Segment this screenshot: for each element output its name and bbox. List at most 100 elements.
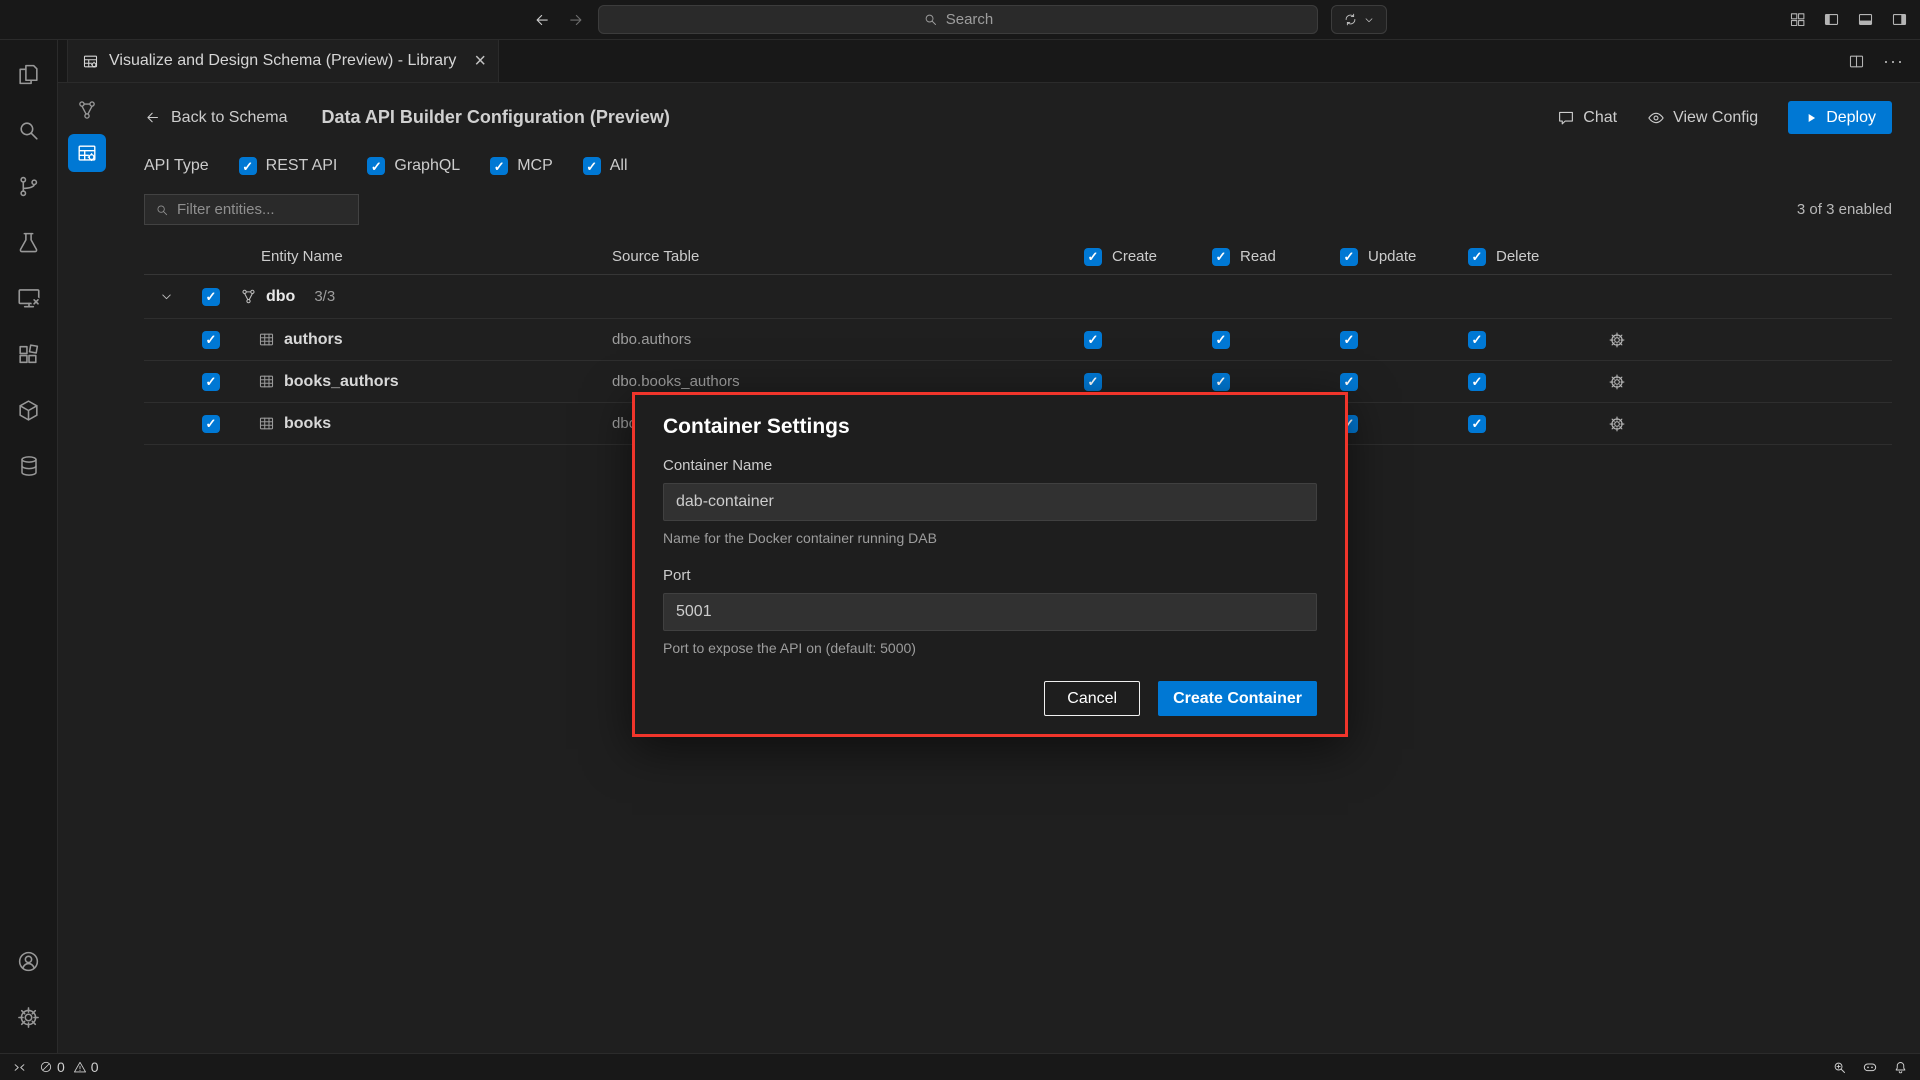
toggle-secondary-sidebar-icon[interactable]: [1891, 11, 1908, 28]
row-settings-gear-icon[interactable]: [1578, 373, 1892, 391]
port-input[interactable]: [663, 593, 1317, 631]
session-dropdown-button[interactable]: [1331, 5, 1387, 34]
back-arrow-icon[interactable]: [533, 11, 551, 29]
settings-gear-icon[interactable]: [0, 989, 57, 1045]
toggle-sidebar-icon[interactable]: [1823, 11, 1840, 28]
chat-icon: [1557, 109, 1575, 127]
container-cube-icon[interactable]: [0, 382, 57, 438]
delete-checkbox[interactable]: ✓: [1468, 415, 1486, 433]
deploy-button[interactable]: Deploy: [1788, 101, 1892, 134]
column-create: ✓ Create: [1066, 248, 1194, 266]
test-beaker-icon[interactable]: [0, 214, 57, 270]
table-designer-icon[interactable]: [68, 134, 106, 172]
check-icon: ✓: [242, 160, 253, 173]
delete-checkbox[interactable]: ✓: [1468, 373, 1486, 391]
read-checkbox[interactable]: ✓: [1212, 373, 1230, 391]
create-checkbox[interactable]: ✓: [1084, 373, 1102, 391]
check-icon: ✓: [1344, 375, 1355, 388]
group-count: 3/3: [314, 288, 335, 305]
delete-all-checkbox[interactable]: ✓: [1468, 248, 1486, 266]
titlebar: Search: [0, 0, 1920, 40]
row-settings-gear-icon[interactable]: [1578, 331, 1892, 349]
create-container-button[interactable]: Create Container: [1158, 681, 1317, 716]
group-checkbox[interactable]: ✓: [202, 288, 220, 306]
search-placeholder: Search: [946, 11, 994, 28]
view-config-button[interactable]: View Config: [1647, 109, 1758, 127]
rest-api-checkbox[interactable]: ✓: [239, 157, 257, 175]
update-all-checkbox[interactable]: ✓: [1340, 248, 1358, 266]
check-icon: ✓: [206, 290, 217, 303]
split-editor-icon[interactable]: [1848, 53, 1865, 70]
check-icon: ✓: [1216, 375, 1227, 388]
zoom-icon[interactable]: [1832, 1060, 1847, 1075]
mcp-checkbox-group[interactable]: ✓ MCP: [490, 157, 553, 175]
chevron-down-icon[interactable]: [144, 289, 188, 304]
toggle-panel-icon[interactable]: [1857, 11, 1874, 28]
mcp-checkbox[interactable]: ✓: [490, 157, 508, 175]
table-icon: [258, 331, 275, 348]
chat-button[interactable]: Chat: [1557, 109, 1617, 127]
play-icon: [1804, 111, 1818, 125]
check-icon: ✓: [1472, 417, 1483, 430]
row-settings-gear-icon[interactable]: [1578, 415, 1892, 433]
row-checkbox[interactable]: ✓: [202, 331, 220, 349]
remote-indicator-icon[interactable]: [12, 1060, 27, 1075]
problems-indicator[interactable]: 0 0: [39, 1059, 99, 1075]
back-to-schema-link[interactable]: Back to Schema: [144, 109, 288, 127]
container-name-label: Container Name: [663, 457, 1317, 474]
account-icon[interactable]: [0, 933, 57, 989]
database-icon[interactable]: [0, 438, 57, 494]
check-icon: ✓: [1344, 333, 1355, 346]
schema-visualizer-icon[interactable]: [68, 91, 106, 129]
search-icon: [155, 203, 169, 217]
row-checkbox[interactable]: ✓: [202, 415, 220, 433]
create-checkbox[interactable]: ✓: [1084, 331, 1102, 349]
sql-connection-icon[interactable]: [0, 270, 57, 326]
table-header-row: Entity Name Source Table ✓ Create ✓ Read: [144, 239, 1892, 275]
row-checkbox[interactable]: ✓: [202, 373, 220, 391]
close-icon[interactable]: ×: [474, 51, 486, 71]
more-actions-icon[interactable]: ···: [1883, 52, 1904, 70]
warning-icon: [73, 1060, 87, 1074]
check-icon: ✓: [1088, 333, 1099, 346]
column-source-table: Source Table: [586, 248, 1066, 265]
check-icon: ✓: [1472, 375, 1483, 388]
search-sidebar-icon[interactable]: [0, 102, 57, 158]
tab-visualize-design-schema[interactable]: Visualize and Design Schema (Preview) - …: [67, 40, 499, 82]
extensions-icon[interactable]: [0, 326, 57, 382]
update-checkbox[interactable]: ✓: [1340, 373, 1358, 391]
delete-checkbox[interactable]: ✓: [1468, 331, 1486, 349]
port-help: Port to expose the API on (default: 5000…: [663, 640, 1317, 656]
customize-layout-icon[interactable]: [1789, 11, 1806, 28]
source-control-icon[interactable]: [0, 158, 57, 214]
read-checkbox[interactable]: ✓: [1212, 331, 1230, 349]
check-icon: ✓: [1088, 250, 1099, 263]
loop-icon: [1343, 12, 1358, 27]
all-checkbox-group[interactable]: ✓ All: [583, 157, 628, 175]
create-all-checkbox[interactable]: ✓: [1084, 248, 1102, 266]
schema-group-row[interactable]: ✓ dbo 3/3: [144, 275, 1892, 319]
table-row-authors[interactable]: ✓ authors dbo.authors ✓ ✓ ✓ ✓: [144, 319, 1892, 361]
eye-icon: [1647, 109, 1665, 127]
rest-api-checkbox-group[interactable]: ✓ REST API: [239, 157, 338, 175]
update-checkbox[interactable]: ✓: [1340, 331, 1358, 349]
filter-entities-input[interactable]: [177, 201, 348, 218]
notifications-bell-icon[interactable]: [1893, 1060, 1908, 1075]
read-all-checkbox[interactable]: ✓: [1212, 248, 1230, 266]
graphql-checkbox[interactable]: ✓: [367, 157, 385, 175]
table-icon: [258, 373, 275, 390]
api-type-row: API Type ✓ REST API ✓ GraphQL ✓ MCP: [144, 154, 1892, 178]
filter-entities-field[interactable]: [144, 194, 359, 225]
explorer-icon[interactable]: [0, 46, 57, 102]
check-icon: ✓: [1472, 250, 1483, 263]
back-arrow-icon: [144, 109, 161, 126]
check-icon: ✓: [206, 375, 217, 388]
container-name-input[interactable]: [663, 483, 1317, 521]
all-checkbox[interactable]: ✓: [583, 157, 601, 175]
copilot-icon[interactable]: [1862, 1059, 1878, 1075]
command-center-search[interactable]: Search: [598, 5, 1318, 34]
graphql-checkbox-group[interactable]: ✓ GraphQL: [367, 157, 460, 175]
cancel-button[interactable]: Cancel: [1044, 681, 1140, 716]
activity-bar: [0, 40, 58, 1053]
forward-arrow-icon[interactable]: [567, 11, 585, 29]
